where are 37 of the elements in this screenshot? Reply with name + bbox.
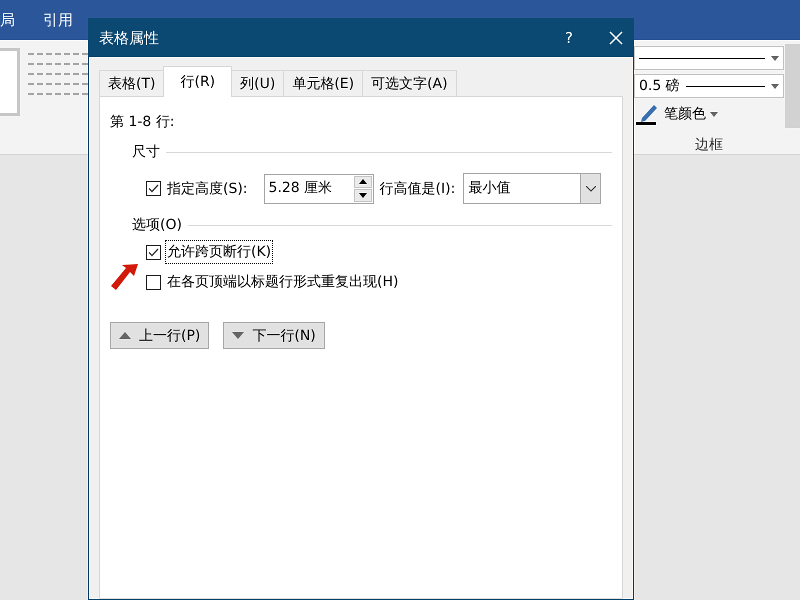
line-style-dropdown[interactable] [634, 46, 784, 70]
dialog-tab[interactable]: 行(R) [163, 66, 232, 97]
help-button[interactable]: ? [565, 29, 573, 47]
checkbox[interactable] [146, 181, 161, 196]
caret-icon [771, 56, 779, 60]
row-height-dropdown[interactable]: 最小值 [463, 173, 602, 204]
section-label: 尺寸 [132, 143, 160, 161]
nav-button[interactable]: 下一行(N) [223, 322, 325, 349]
section-label: 选项(O) [132, 216, 182, 234]
height-spinner[interactable]: 5.28 厘米 [264, 174, 374, 204]
up-arrow-icon[interactable] [358, 179, 367, 184]
group-label: 边框 [694, 136, 724, 154]
field-label: 行高值是(I): [380, 180, 456, 198]
nav-button[interactable]: 上一行(P) [110, 322, 210, 349]
checkbox[interactable] [146, 244, 161, 260]
dialog-tab[interactable]: 可选文字(A) [362, 70, 457, 97]
checkbox[interactable] [146, 274, 161, 290]
caret-icon [710, 112, 718, 116]
pointer-arrow [110, 262, 140, 292]
down-arrow-icon[interactable] [358, 192, 367, 198]
pencil-icon [636, 103, 660, 125]
pen-color-button[interactable]: 笔颜色 [634, 102, 784, 126]
caret-icon [771, 84, 779, 88]
triangle-icon [232, 332, 244, 339]
checkbox-label: 允许跨页断行(K) [165, 240, 274, 264]
line-weight-dropdown[interactable]: 0.5 磅 [634, 74, 784, 98]
rows-label: 第 1-8 行: [110, 113, 176, 131]
dialog-tab[interactable]: 表格(T) [99, 70, 164, 97]
chevron-down-icon [586, 186, 596, 192]
triangle-icon [119, 332, 131, 339]
ribbon-tab[interactable]: 引用 [43, 10, 87, 30]
table-style-thumbnail[interactable] [0, 48, 20, 116]
close-icon[interactable] [609, 31, 623, 45]
dialog-title: 表格属性 [99, 28, 160, 48]
checkbox-label: 在各页顶端以标题行形式重复出现(H) [166, 273, 400, 292]
ribbon-tab[interactable]: 局 [0, 10, 29, 30]
checkbox-label: 指定高度(S): [167, 180, 248, 198]
